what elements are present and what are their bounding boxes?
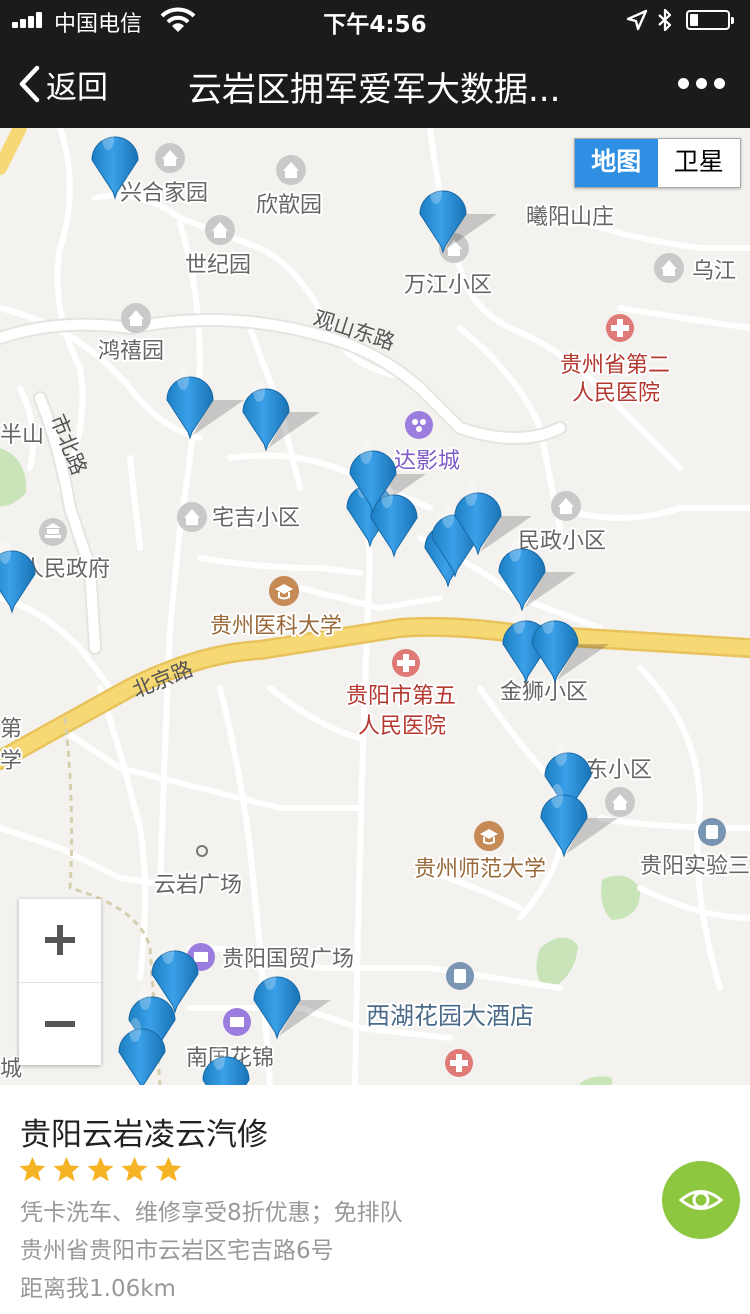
park-area xyxy=(580,1076,612,1085)
map-type-toggle: 地图 卫星 xyxy=(574,138,741,188)
place-label: 人民医院 xyxy=(358,714,446,739)
place-label: 贵州省第二 xyxy=(560,353,670,378)
place-label: 学 xyxy=(0,749,22,774)
residential-icon xyxy=(177,502,207,532)
residential-icon xyxy=(121,303,151,333)
shopping-icon xyxy=(223,1008,251,1036)
school-icon xyxy=(473,820,505,852)
address-text: 贵州省贵阳市云岩区宅吉路6号 xyxy=(20,1238,334,1264)
place-label: 第 xyxy=(0,717,22,742)
park-area xyxy=(601,875,641,920)
more-button[interactable] xyxy=(676,74,726,94)
place-label: 欣歆园 xyxy=(256,193,322,218)
star-icon xyxy=(87,1156,114,1182)
location-arrow-icon xyxy=(626,9,648,31)
minor-streets xyxy=(0,128,750,1085)
zoom-out-button[interactable] xyxy=(19,983,101,1066)
place-label: 西湖花园大酒店 xyxy=(366,1002,534,1030)
status-bar: 中国电信 下午4:56 xyxy=(0,0,750,40)
place-label: 达影城 xyxy=(394,449,460,474)
place-label: 宅吉小区 xyxy=(212,506,300,531)
place-label: 乌江 xyxy=(692,259,736,284)
hospital-cross-icon xyxy=(392,649,420,677)
place-label: 曦阳山庄 xyxy=(526,205,614,230)
place-label: 半山 xyxy=(0,423,44,448)
map-mode-button[interactable]: 地图 xyxy=(575,139,658,187)
map-marker-icon[interactable] xyxy=(540,783,588,857)
star-icon xyxy=(19,1156,46,1182)
residential-icon xyxy=(605,787,635,817)
place-label: 民政小区 xyxy=(518,529,606,554)
government-icon xyxy=(39,518,67,546)
eye-icon xyxy=(678,1190,724,1210)
battery-icon xyxy=(686,10,734,30)
place-label: 金狮小区 xyxy=(500,680,588,705)
battery-level xyxy=(690,14,698,26)
residential-icon xyxy=(276,155,306,185)
offer-text: 凭卡洗车、维修享受8折优惠；免排队 xyxy=(20,1200,403,1226)
view-details-button[interactable] xyxy=(662,1161,740,1239)
map-marker-icon[interactable] xyxy=(242,377,290,451)
rating-stars xyxy=(18,1155,188,1185)
chevron-left-icon xyxy=(19,65,40,103)
bluetooth-icon xyxy=(658,8,672,32)
distance-text: 距离我1.06km xyxy=(20,1276,176,1302)
school-icon xyxy=(698,818,726,846)
place-label: 贵阳实验三 xyxy=(640,854,750,879)
park-area xyxy=(0,448,27,507)
school-icon xyxy=(268,575,300,607)
place-label: 东小区 xyxy=(586,758,652,783)
satellite-mode-button[interactable]: 卫星 xyxy=(658,139,741,187)
square-dot-icon xyxy=(196,845,208,857)
place-label: 人民医院 xyxy=(572,381,660,406)
residential-icon xyxy=(205,215,235,245)
place-label: 贵州师范大学 xyxy=(414,857,546,882)
hotel-icon xyxy=(446,962,474,990)
business-name: 贵阳云岩凌云汽修 xyxy=(20,1117,268,1153)
nav-bar: 返回 云岩区拥军爱军大数据... xyxy=(0,40,750,128)
park-area xyxy=(536,937,578,990)
star-icon xyxy=(53,1156,80,1182)
map-view[interactable]: 观山东路 北京路 市北路 兴合家园 欣歆园 世纪园 万江小区 曦阳山庄 乌江 鸿… xyxy=(0,128,750,1085)
business-info-card[interactable]: 贵阳云岩凌云汽修 凭卡洗车、维修享受8折优惠；免排队 贵州省贵阳市云岩区宅吉路6… xyxy=(0,1085,750,1314)
place-label: 鸿禧园 xyxy=(98,339,164,364)
more-dots-icon xyxy=(678,78,689,89)
page-title: 云岩区拥军爱军大数据... xyxy=(188,70,561,110)
place-label: 云岩广场 xyxy=(154,873,242,898)
hospital-cross-icon xyxy=(445,1049,473,1077)
residential-icon xyxy=(155,143,185,173)
zoom-in-button[interactable] xyxy=(19,899,101,982)
place-label: 兴合家园 xyxy=(120,181,208,206)
residential-icon xyxy=(551,491,581,521)
residential-icon xyxy=(654,253,684,283)
place-label: 万江小区 xyxy=(404,273,492,298)
hospital-cross-icon xyxy=(606,314,634,342)
place-label: 世纪园 xyxy=(185,253,251,278)
map-canvas: 观山东路 北京路 市北路 兴合家园 欣歆园 世纪园 万江小区 曦阳山庄 乌江 鸿… xyxy=(0,128,750,1085)
place-label: 贵阳市第五 xyxy=(346,684,456,709)
place-label: 贵州医科大学 xyxy=(210,614,342,639)
back-button[interactable]: 返回 xyxy=(18,62,108,106)
place-label: 贵阳国贸广场 xyxy=(222,947,354,972)
star-icon xyxy=(155,1156,182,1182)
cinema-icon xyxy=(405,411,433,439)
star-icon xyxy=(121,1156,148,1182)
back-label: 返回 xyxy=(46,69,108,106)
zoom-control xyxy=(19,899,101,1065)
map-marker-icon[interactable] xyxy=(531,609,579,683)
